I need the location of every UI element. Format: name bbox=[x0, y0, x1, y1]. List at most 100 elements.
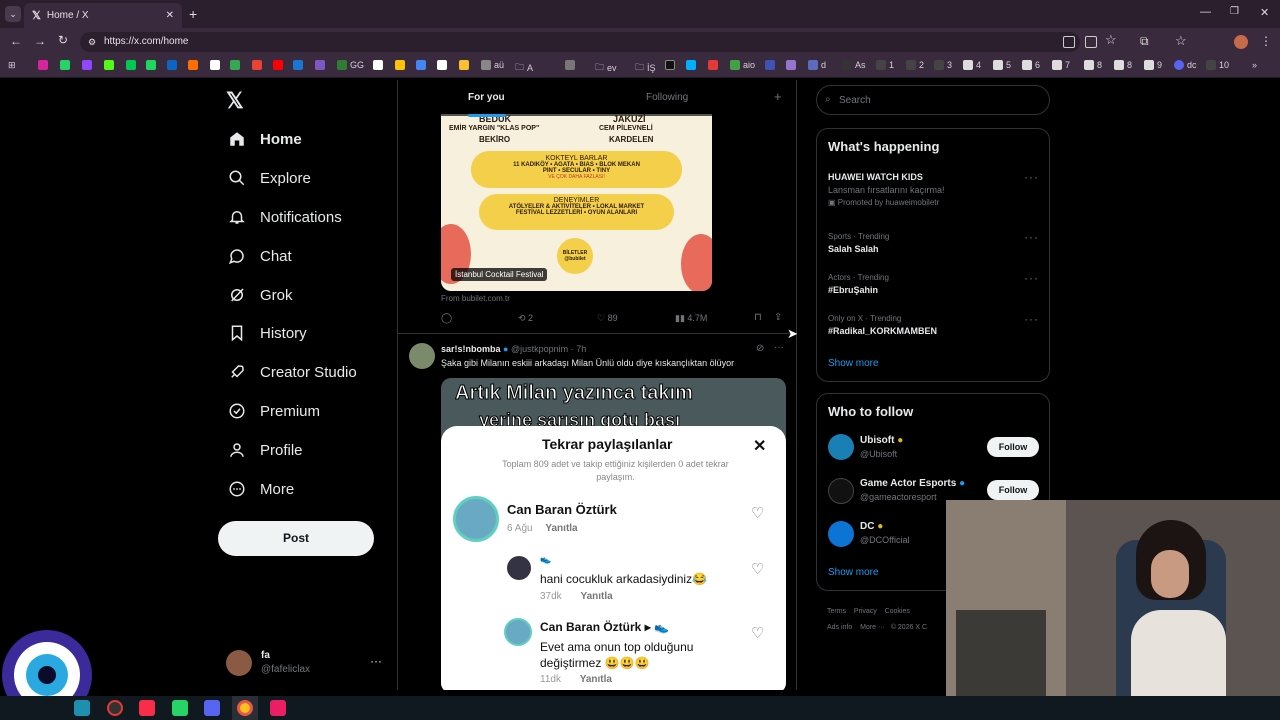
bookmark-icon[interactable] bbox=[273, 60, 283, 70]
menu-icon[interactable]: ⋮ bbox=[1260, 34, 1272, 48]
x-logo-icon[interactable]: 𝕏 bbox=[226, 88, 244, 114]
post-button[interactable]: Post bbox=[218, 521, 374, 556]
install-icon[interactable] bbox=[1085, 36, 1097, 48]
bookmark-icon[interactable] bbox=[459, 60, 469, 70]
discord-icon[interactable] bbox=[204, 700, 220, 716]
back-icon[interactable]: ← bbox=[10, 34, 22, 48]
follow-name[interactable]: Ubisoft ● bbox=[860, 435, 903, 446]
reply-icon[interactable]: ◯ bbox=[441, 313, 452, 324]
nav-creator-studio[interactable]: Creator Studio bbox=[228, 363, 357, 381]
bookmark-icon[interactable] bbox=[416, 60, 426, 70]
nav-notifications[interactable]: Notifications bbox=[228, 208, 342, 226]
bookmark-2[interactable]: 2 bbox=[906, 60, 924, 70]
bookmark-icon[interactable] bbox=[665, 60, 675, 70]
tab-list-chevron-icon[interactable]: ⌄ bbox=[5, 6, 21, 22]
trend-more-icon[interactable]: ··· bbox=[1024, 170, 1039, 184]
whatsapp-icon[interactable] bbox=[172, 700, 188, 716]
nav-explore[interactable]: Explore bbox=[228, 169, 311, 187]
heart-icon[interactable]: ♡ bbox=[751, 624, 764, 642]
bookmark-icon[interactable] bbox=[786, 60, 796, 70]
bookmark-folder-is[interactable]: 🗀 İŞ bbox=[635, 60, 656, 76]
bookmark-icon[interactable] bbox=[230, 60, 240, 70]
bookmark-icon[interactable] bbox=[293, 60, 303, 70]
nav-grok[interactable]: Grok bbox=[228, 286, 293, 304]
taskbar-icon[interactable] bbox=[270, 700, 286, 716]
follow-button[interactable]: Follow bbox=[987, 480, 1039, 500]
bookmark-7[interactable]: 7 bbox=[1052, 60, 1070, 70]
comment-avatar[interactable] bbox=[504, 618, 532, 646]
bookmark-icon[interactable] bbox=[82, 60, 92, 70]
bookmark-4[interactable]: 4 bbox=[963, 60, 981, 70]
bookmark-icon[interactable] bbox=[188, 60, 198, 70]
bookmark-9[interactable]: 9 bbox=[1144, 60, 1162, 70]
trend-item[interactable]: Actors · Trending #EbruŞahin bbox=[828, 273, 889, 295]
footer-link[interactable]: Cookies bbox=[885, 608, 910, 615]
bookmark-icon[interactable] bbox=[395, 60, 405, 70]
comment-avatar[interactable] bbox=[453, 496, 499, 542]
nav-premium[interactable]: Premium bbox=[228, 402, 320, 420]
follow-name[interactable]: Game Actor Esports ● bbox=[860, 478, 965, 489]
bookmark-8b[interactable]: 8 bbox=[1114, 60, 1132, 70]
share-icon[interactable]: ⇪ bbox=[774, 312, 782, 323]
post-time[interactable]: 7h bbox=[576, 344, 586, 354]
close-tab-icon[interactable]: ✕ bbox=[166, 10, 174, 21]
retweet-button[interactable]: ⟲ 2 bbox=[518, 313, 533, 324]
taskbar-icon[interactable] bbox=[107, 700, 123, 716]
bookmark-as[interactable]: As bbox=[842, 60, 866, 70]
post-video[interactable]: Artık Milan yazınca takım yerine sarışın… bbox=[441, 378, 786, 690]
bookmark-icon[interactable] bbox=[373, 60, 383, 70]
post-avatar[interactable] bbox=[409, 343, 435, 369]
show-more-link[interactable]: Show more bbox=[828, 567, 879, 578]
trend-item[interactable]: Only on X · Trending #Radikal_KORKMAMBEN bbox=[828, 314, 937, 336]
trend-item[interactable]: HUAWEI WATCH KIDS Lansman fırsatlarını k… bbox=[828, 172, 1038, 207]
reply-link[interactable]: Yanıtla bbox=[545, 523, 577, 534]
profile-icon-browser[interactable] bbox=[1234, 35, 1248, 49]
trend-item[interactable]: Sports · Trending Salah Salah bbox=[828, 232, 889, 254]
bookmark-icon[interactable] bbox=[686, 60, 696, 70]
nav-home[interactable]: Home bbox=[228, 130, 302, 148]
apps-icon[interactable]: ⊞ bbox=[8, 60, 16, 71]
close-window-icon[interactable]: ✕ bbox=[1260, 6, 1269, 19]
post-author[interactable]: sar!s!nbomba bbox=[441, 344, 501, 354]
bookmark-icon[interactable] bbox=[565, 60, 575, 70]
bookmark-folder-a[interactable]: 🗀 A bbox=[515, 60, 533, 76]
star-icon[interactable]: ☆ bbox=[1105, 32, 1117, 48]
forward-icon[interactable]: → bbox=[34, 34, 46, 48]
bookmark-6[interactable]: 6 bbox=[1022, 60, 1040, 70]
bookmark-3[interactable]: 3 bbox=[934, 60, 952, 70]
bookmark-folder-ev[interactable]: 🗀 ev bbox=[595, 60, 617, 76]
bookmark-8[interactable]: 8 bbox=[1084, 60, 1102, 70]
reply-link[interactable]: Yanıtla bbox=[580, 591, 612, 602]
add-tab-icon[interactable]: + bbox=[774, 89, 782, 104]
post-handle[interactable]: @justkpopnim bbox=[511, 344, 568, 354]
follow-avatar[interactable] bbox=[828, 478, 854, 504]
footer-link[interactable]: Terms bbox=[827, 608, 846, 615]
bookmark-icon[interactable] bbox=[146, 60, 156, 70]
bookmark-icon[interactable] bbox=[210, 60, 220, 70]
favorites-icon[interactable]: ☆ bbox=[1175, 33, 1187, 49]
bookmark-d[interactable]: d bbox=[808, 60, 826, 70]
bookmark-icon[interactable] bbox=[38, 60, 48, 70]
trend-more-icon[interactable]: ··· bbox=[1024, 312, 1039, 326]
extensions-icon[interactable]: ⧉ bbox=[1140, 34, 1149, 49]
site-info-icon[interactable]: ⚙ bbox=[88, 32, 96, 52]
bookmark-aio[interactable]: aio bbox=[730, 60, 755, 70]
bookmark-post-icon[interactable]: ⊓ bbox=[754, 312, 762, 323]
trend-more-icon[interactable]: ··· bbox=[1024, 271, 1039, 285]
show-more-link[interactable]: Show more bbox=[828, 358, 879, 369]
bookmark-au[interactable]: aü bbox=[481, 60, 504, 70]
like-button[interactable]: ♡ 89 bbox=[597, 313, 618, 324]
comment-name[interactable]: Can Baran Öztürk ▸ 👟 bbox=[540, 620, 669, 634]
bookmark-1[interactable]: 1 bbox=[876, 60, 894, 70]
account-more-icon[interactable]: ··· bbox=[370, 654, 382, 668]
bookmark-gg[interactable]: GG bbox=[337, 60, 364, 70]
bookmark-icon[interactable] bbox=[708, 60, 718, 70]
heart-icon[interactable]: ♡ bbox=[751, 504, 764, 522]
bookmark-icon[interactable] bbox=[315, 60, 325, 70]
heart-icon[interactable]: ♡ bbox=[751, 560, 764, 578]
bookmark-10[interactable]: 10 bbox=[1206, 60, 1229, 70]
follow-avatar[interactable] bbox=[828, 521, 854, 547]
card-source[interactable]: From bubilet.com.tr bbox=[441, 294, 510, 303]
account-switcher[interactable]: fa @fafeliclax ··· bbox=[226, 650, 396, 680]
bookmark-icon[interactable] bbox=[167, 60, 177, 70]
